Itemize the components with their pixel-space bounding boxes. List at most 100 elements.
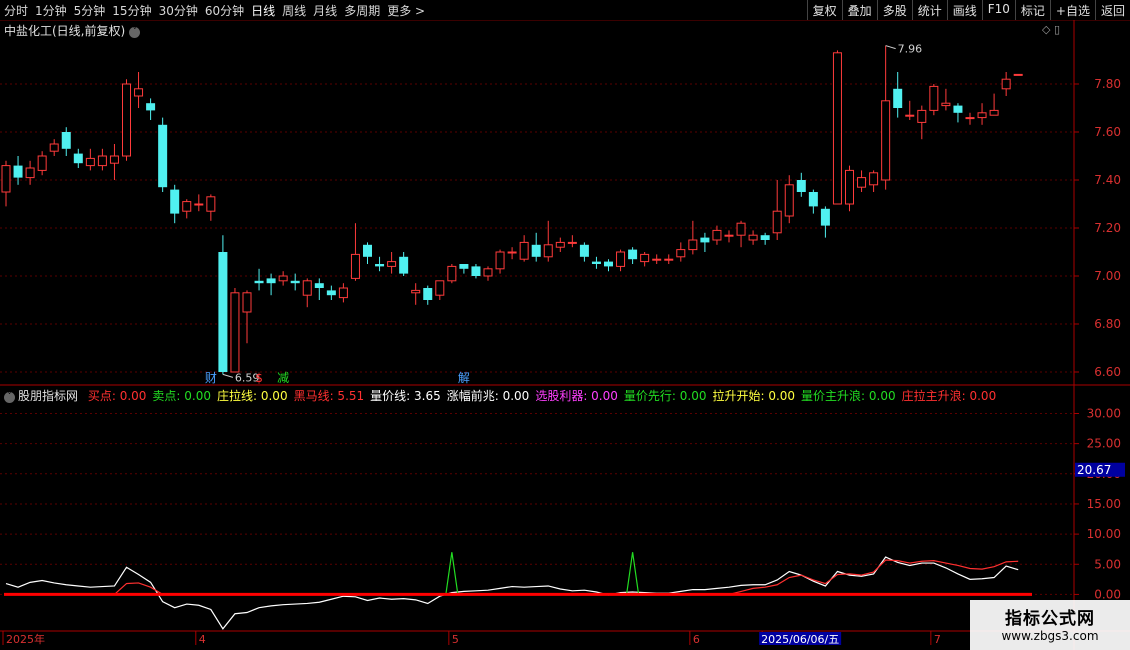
series-liangjia <box>5 556 1019 630</box>
candle-body <box>206 196 216 212</box>
candle-body <box>519 241 529 260</box>
candle-body <box>712 229 722 241</box>
indicator-tick-label: 30.00 <box>1087 406 1121 420</box>
annotation-pointer <box>222 373 234 378</box>
indicator-item-3: 黑马线: 5.51 <box>293 389 365 403</box>
event-marker: 财 <box>205 371 217 385</box>
time-label: 6 <box>693 633 700 646</box>
candle-body <box>869 172 879 186</box>
annotation-pointer <box>885 45 896 50</box>
indicator-item-9: 量价主升浪: 0.00 <box>801 389 896 403</box>
candle-body <box>832 52 842 205</box>
indicator-item-0: 买点: 0.00 <box>87 389 147 403</box>
candle-body <box>857 177 867 188</box>
event-marker: 解 <box>458 371 470 385</box>
candle-body <box>977 112 987 119</box>
candle-body <box>579 244 589 257</box>
signal-spike <box>445 552 459 595</box>
candle-body <box>375 264 385 267</box>
candle-body <box>567 241 577 244</box>
candle-body <box>61 132 71 149</box>
candle-body <box>435 280 445 296</box>
candle-body <box>652 258 662 261</box>
price-tick-label: 7.40 <box>1094 173 1121 187</box>
indicator-tick-label: 25.00 <box>1087 437 1121 451</box>
candle-body <box>37 155 47 171</box>
candle-body <box>676 249 686 258</box>
time-label: 7 <box>934 633 941 646</box>
candle-body <box>591 261 601 264</box>
candle-body <box>965 117 975 120</box>
indicator-item-7: 量价先行: 0.00 <box>623 389 707 403</box>
candle-body <box>194 203 204 206</box>
candle-body <box>1 165 11 193</box>
candle-body <box>893 88 903 108</box>
indicator-tick-label: 10.00 <box>1087 527 1121 541</box>
candle-body <box>881 100 891 181</box>
candle-body <box>242 292 252 313</box>
candle-body <box>748 234 758 241</box>
candle-body <box>772 210 782 234</box>
candle-body <box>724 234 734 237</box>
price-tick-label: 7.00 <box>1094 269 1121 283</box>
candle-body <box>170 189 180 214</box>
candle-body <box>49 143 59 152</box>
candle-body <box>158 124 168 188</box>
indicator-name[interactable]: 股朋指标网 <box>18 389 78 403</box>
candle-body <box>664 258 674 261</box>
candle-body <box>808 192 818 207</box>
candle-body <box>688 239 698 251</box>
candle-body <box>929 85 939 111</box>
candle-body <box>423 288 433 300</box>
indicator-item-8: 拉升开始: 0.00 <box>712 389 796 403</box>
price-tick-label: 7.80 <box>1094 77 1121 91</box>
price-tick-label: 7.20 <box>1094 221 1121 235</box>
candle-body <box>845 169 854 205</box>
indicator-tick-label: 5.00 <box>1094 557 1121 571</box>
indicator-item-10: 庄拉主升浪: 0.00 <box>901 389 997 403</box>
signal-spike <box>626 552 640 595</box>
event-marker: 减 <box>277 371 289 385</box>
indicator-tick-label: 15.00 <box>1087 497 1121 511</box>
candle-body <box>109 155 119 164</box>
candle-body <box>326 290 336 296</box>
candle-body <box>387 261 397 267</box>
indicator-item-1: 卖点: 0.00 <box>152 389 211 403</box>
indicator-item-6: 选股利器: 0.00 <box>535 389 618 403</box>
series-heima <box>6 559 1019 596</box>
candle-body <box>122 83 131 157</box>
time-label: 2025年 <box>6 632 45 646</box>
candle-body <box>399 256 409 274</box>
indicator-item-5: 涨幅前兆: 0.00 <box>446 389 530 403</box>
candle-body <box>531 244 541 257</box>
candle-body <box>290 280 300 284</box>
candle-body <box>700 237 710 243</box>
price-annotation: 7.96 <box>898 43 923 56</box>
candle-body <box>350 253 360 279</box>
candle-body <box>1001 78 1011 90</box>
event-marker: $ <box>255 371 263 385</box>
time-label: 4 <box>199 633 206 646</box>
candle-body <box>820 208 830 226</box>
candle-body <box>640 253 650 263</box>
candle-body <box>616 251 626 267</box>
candle-body <box>604 261 613 267</box>
candle-body <box>230 292 240 373</box>
candle-body <box>953 105 963 113</box>
watermark-logo: 指标公式网 www.zbgs3.com <box>970 600 1130 650</box>
candle-body <box>254 280 264 284</box>
candle-body <box>134 88 144 97</box>
candle-body <box>471 266 481 276</box>
chevron-down-icon[interactable]: ˅ <box>4 392 15 403</box>
indicator-item-4: 量价线: 3.65 <box>370 389 441 403</box>
candle-body <box>314 283 324 288</box>
candle-body <box>85 157 95 167</box>
candle-body <box>363 244 372 257</box>
candle-body <box>218 252 228 372</box>
chart-canvas: 7.80 7.60 7.40 7.20 7.00 6.80 6.60 30.00 25.00 20… <box>0 20 1130 650</box>
candle-body <box>543 244 553 258</box>
candle-body <box>266 278 276 284</box>
candle-body <box>736 222 746 236</box>
candle-body <box>628 249 638 260</box>
candle-body <box>459 264 469 269</box>
